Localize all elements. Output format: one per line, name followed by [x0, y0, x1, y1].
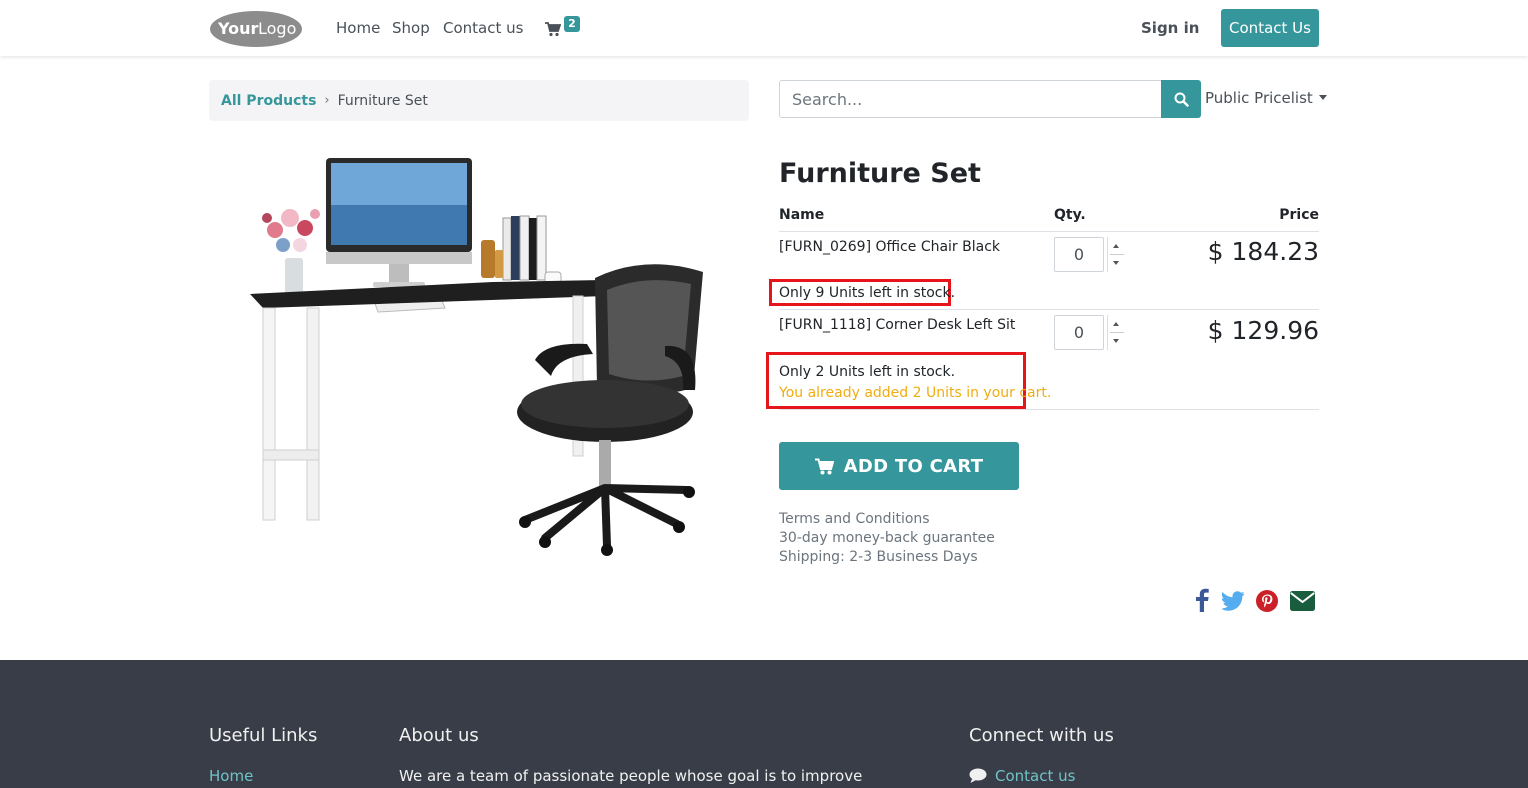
- item-name: [FURN_1118] Corner Desk Left Sit: [779, 317, 1016, 333]
- stepper-down-icon[interactable]: [1113, 339, 1119, 343]
- stepper-up-icon[interactable]: [1113, 244, 1119, 248]
- stock-warning: Only 2 Units left in stock.: [779, 364, 956, 380]
- stepper-up-icon[interactable]: [1113, 322, 1119, 326]
- site-logo[interactable]: Your Logo: [209, 9, 304, 48]
- guarantee-text: 30-day money-back guarantee: [779, 530, 995, 546]
- nav-contact-us[interactable]: Contact us: [443, 19, 523, 37]
- row-divider: [779, 409, 1319, 410]
- breadcrumb: All Products › Furniture Set: [209, 80, 749, 121]
- cart-icon: [814, 458, 834, 474]
- breadcrumb-all-products[interactable]: All Products: [221, 93, 316, 109]
- footer-home-link[interactable]: Home: [209, 767, 253, 785]
- pinterest-icon[interactable]: [1256, 588, 1284, 614]
- add-to-cart-button[interactable]: ADD TO CART: [779, 442, 1019, 490]
- footer-connect-title: Connect with us: [969, 725, 1114, 746]
- footer-contact-link[interactable]: Contact us: [969, 767, 1075, 785]
- search-input[interactable]: [779, 80, 1162, 118]
- item-name: [FURN_0269] Office Chair Black: [779, 239, 1001, 255]
- item-price: $ 129.96: [1207, 316, 1319, 345]
- footer-contact-label: Contact us: [995, 767, 1076, 785]
- pricelist-label: Public Pricelist: [1205, 89, 1313, 107]
- caret-down-icon: [1318, 94, 1327, 100]
- column-header-price: Price: [1279, 207, 1319, 223]
- product-title: Furniture Set: [779, 158, 981, 189]
- sign-in-link[interactable]: Sign in: [1141, 19, 1199, 37]
- shipping-text: Shipping: 2-3 Business Days: [779, 549, 978, 565]
- footer-useful-links-title: Useful Links: [209, 725, 318, 746]
- stepper-down-icon[interactable]: [1113, 261, 1119, 265]
- stepper-divider: [1110, 332, 1124, 333]
- nav-home[interactable]: Home: [336, 19, 380, 37]
- email-icon[interactable]: [1290, 588, 1318, 614]
- comment-icon: [969, 768, 987, 783]
- contact-us-button[interactable]: Contact Us: [1221, 9, 1319, 47]
- qty-stepper[interactable]: [1107, 237, 1124, 272]
- qty-stepper[interactable]: [1107, 315, 1124, 350]
- cart-icon: [545, 22, 561, 37]
- qty-input[interactable]: 0: [1054, 237, 1104, 272]
- search-icon: [1174, 92, 1189, 107]
- row-divider: [779, 231, 1319, 232]
- svg-text:Your: Your: [217, 19, 259, 38]
- stock-warning: Only 9 Units left in stock.: [779, 285, 956, 301]
- cart-count-badge: 2: [564, 16, 580, 32]
- svg-text:Logo: Logo: [258, 19, 296, 38]
- cart-link[interactable]: 2: [545, 16, 585, 40]
- qty-input[interactable]: 0: [1054, 315, 1104, 350]
- cart-quantity-note: You already added 2 Units in your cart.: [779, 385, 1052, 401]
- chevron-right-icon: ›: [324, 93, 330, 108]
- search-button[interactable]: [1161, 80, 1201, 118]
- row-divider: [779, 309, 1319, 310]
- top-navbar: Your Logo Home Shop Contact us 2 Sign in…: [0, 0, 1528, 56]
- pricelist-dropdown[interactable]: Public Pricelist: [1205, 89, 1327, 107]
- item-price: $ 184.23: [1207, 237, 1319, 266]
- breadcrumb-current: Furniture Set: [337, 92, 428, 109]
- column-header-qty: Qty.: [1054, 207, 1086, 223]
- footer-about-text: We are a team of passionate people whose…: [399, 767, 863, 785]
- terms-and-conditions-link[interactable]: Terms and Conditions: [779, 511, 930, 527]
- add-to-cart-label: ADD TO CART: [843, 455, 984, 477]
- stepper-divider: [1110, 254, 1124, 255]
- product-image: [245, 150, 715, 560]
- footer-about-title: About us: [399, 725, 479, 746]
- twitter-icon[interactable]: [1221, 588, 1250, 614]
- facebook-icon[interactable]: [1194, 588, 1222, 614]
- column-header-name: Name: [779, 207, 825, 223]
- nav-shop[interactable]: Shop: [392, 19, 430, 37]
